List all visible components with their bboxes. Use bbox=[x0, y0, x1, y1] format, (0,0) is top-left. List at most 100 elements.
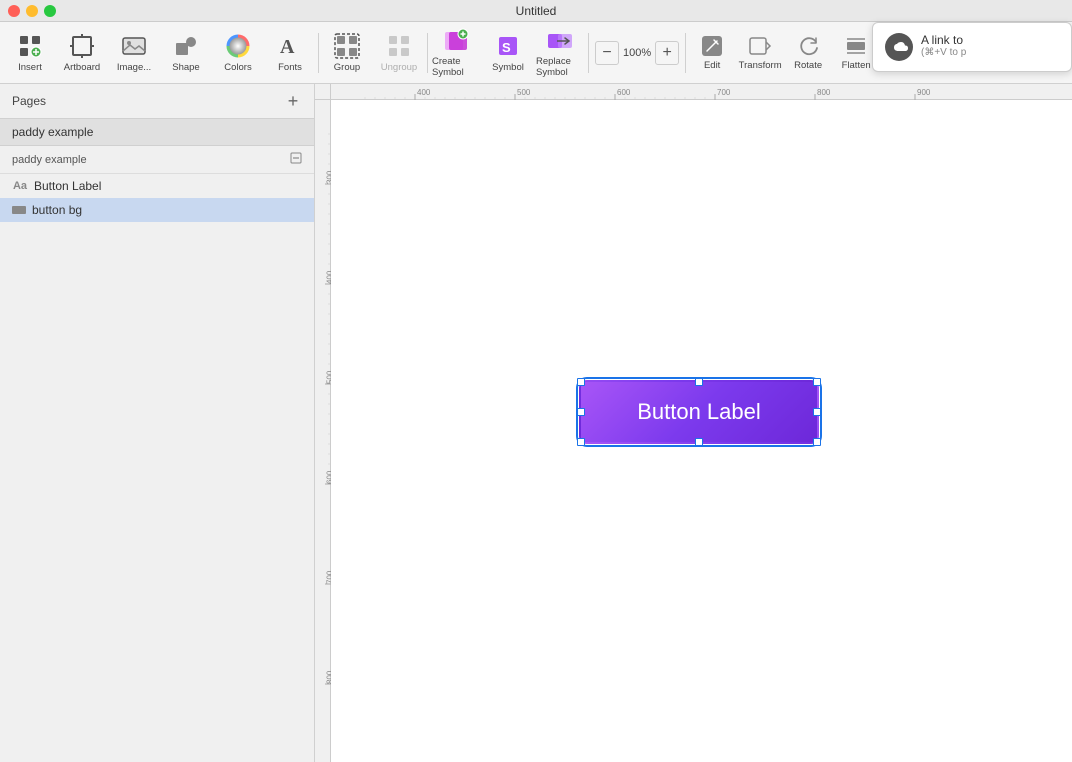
handle-bottom-left bbox=[577, 438, 585, 446]
svg-text:300: 300 bbox=[326, 170, 332, 184]
add-page-button[interactable]: + bbox=[284, 92, 302, 110]
layers-header: paddy example bbox=[0, 146, 314, 174]
title-bar: Untitled bbox=[0, 0, 1072, 22]
cloud-icon bbox=[885, 33, 913, 61]
pages-title: Pages bbox=[12, 94, 46, 108]
colors-icon bbox=[224, 32, 252, 60]
replace-symbol-button[interactable]: Replace Symbol bbox=[534, 24, 586, 82]
svg-text:500: 500 bbox=[517, 88, 531, 97]
image-icon bbox=[120, 32, 148, 60]
layer-name: Button Label bbox=[34, 179, 101, 193]
insert-label: Insert bbox=[18, 62, 42, 73]
separator-2 bbox=[427, 33, 428, 73]
artboard-label: Artboard bbox=[64, 62, 100, 73]
svg-text:800: 800 bbox=[326, 670, 332, 684]
canvas-area[interactable]: 400 500 600 700 800 900 bbox=[315, 84, 1072, 762]
close-button[interactable] bbox=[8, 5, 20, 17]
fonts-button[interactable]: A Fonts bbox=[264, 24, 316, 82]
handle-middle-right bbox=[813, 408, 821, 416]
ruler-left: 300 400 500 600 700 800 bbox=[315, 100, 331, 762]
artboard-icon bbox=[68, 32, 96, 60]
pages-header: Pages + bbox=[0, 84, 314, 119]
zoom-plus-button[interactable]: + bbox=[655, 41, 679, 65]
svg-text:900: 900 bbox=[917, 88, 931, 97]
separator-3 bbox=[588, 33, 589, 73]
transform-label: Transform bbox=[739, 60, 782, 71]
rotate-label: Rotate bbox=[794, 60, 822, 71]
create-symbol-button[interactable]: Create Symbol bbox=[430, 24, 482, 82]
create-symbol-label: Create Symbol bbox=[432, 56, 480, 78]
svg-text:400: 400 bbox=[417, 88, 431, 97]
cloud-tooltip-text: A link to (⌘+V to p bbox=[921, 33, 966, 58]
rotate-button[interactable]: Rotate bbox=[784, 24, 832, 82]
image-label: Image... bbox=[117, 62, 151, 73]
shape-icon bbox=[172, 32, 200, 60]
edit-label: Edit bbox=[704, 60, 720, 71]
transform-icon bbox=[748, 34, 772, 58]
shape-label: Shape bbox=[172, 62, 199, 73]
window-controls bbox=[8, 5, 56, 17]
layers-group-name: paddy example bbox=[12, 154, 87, 166]
artboard-button[interactable]: Artboard bbox=[56, 24, 108, 82]
handle-middle-left bbox=[577, 408, 585, 416]
insert-button[interactable]: Insert bbox=[4, 24, 56, 82]
ruler-top-svg: 400 500 600 700 800 900 bbox=[331, 84, 1072, 100]
zoom-value: 100% bbox=[619, 47, 655, 59]
layer-name: button bg bbox=[32, 203, 82, 217]
flatten-label: Flatten bbox=[842, 60, 871, 71]
svg-text:600: 600 bbox=[326, 470, 332, 484]
fonts-label: Fonts bbox=[278, 62, 302, 73]
svg-text:700: 700 bbox=[717, 88, 731, 97]
handle-bottom-middle bbox=[695, 438, 703, 446]
handle-top-left bbox=[577, 378, 585, 386]
ruler-top: 400 500 600 700 800 900 bbox=[331, 84, 1072, 100]
replace-symbol-icon bbox=[546, 28, 574, 54]
rect-layer-icon bbox=[12, 206, 26, 214]
zoom-minus-button[interactable]: − bbox=[595, 41, 619, 65]
ungroup-label: Ungroup bbox=[381, 62, 417, 73]
main-layout: Pages + paddy example paddy example Aa bbox=[0, 84, 1072, 762]
maximize-button[interactable] bbox=[44, 5, 56, 17]
flatten-icon bbox=[844, 34, 868, 58]
pages-list: paddy example bbox=[0, 119, 314, 146]
rotate-icon bbox=[796, 34, 820, 58]
button-label-text: Button Label bbox=[637, 399, 761, 425]
layer-item[interactable]: Aa Button Label bbox=[0, 174, 314, 198]
symbol-button[interactable]: S Symbol bbox=[482, 24, 534, 82]
transform-button[interactable]: Transform bbox=[736, 24, 784, 82]
layers-collapse-icon[interactable] bbox=[290, 152, 302, 167]
edit-icon bbox=[700, 34, 724, 58]
canvas-button[interactable]: Button Label bbox=[579, 380, 819, 444]
group-button[interactable]: Group bbox=[321, 24, 373, 82]
ungroup-button[interactable]: Ungroup bbox=[373, 24, 425, 82]
create-symbol-icon bbox=[442, 28, 470, 54]
sidebar: Pages + paddy example paddy example Aa bbox=[0, 84, 315, 762]
layers-list: Aa Button Label button bg bbox=[0, 174, 314, 762]
ruler-corner bbox=[315, 84, 331, 100]
minimize-button[interactable] bbox=[26, 5, 38, 17]
handle-top-middle bbox=[695, 378, 703, 386]
image-button[interactable]: Image... bbox=[108, 24, 160, 82]
svg-text:500: 500 bbox=[326, 370, 332, 384]
shape-button[interactable]: Shape bbox=[160, 24, 212, 82]
group-icon bbox=[333, 32, 361, 60]
page-item[interactable]: paddy example bbox=[0, 119, 314, 145]
fonts-icon: A bbox=[276, 32, 304, 60]
svg-text:700: 700 bbox=[326, 570, 332, 584]
symbol-icon: S bbox=[494, 32, 522, 60]
design-surface[interactable]: Button Label bbox=[331, 100, 1072, 762]
insert-icon bbox=[16, 32, 44, 60]
ungroup-icon bbox=[385, 32, 413, 60]
svg-text:S: S bbox=[502, 40, 511, 55]
symbol-label: Symbol bbox=[492, 62, 524, 73]
group-label: Group bbox=[334, 62, 360, 73]
edit-button[interactable]: Edit bbox=[688, 24, 736, 82]
svg-text:400: 400 bbox=[326, 270, 332, 284]
handle-bottom-right bbox=[813, 438, 821, 446]
text-layer-icon: Aa bbox=[12, 180, 28, 192]
svg-text:800: 800 bbox=[817, 88, 831, 97]
cloud-tooltip: A link to (⌘+V to p bbox=[872, 22, 1072, 72]
layer-item[interactable]: button bg bbox=[0, 198, 314, 222]
colors-button[interactable]: Colors bbox=[212, 24, 264, 82]
separator-4 bbox=[685, 33, 686, 73]
